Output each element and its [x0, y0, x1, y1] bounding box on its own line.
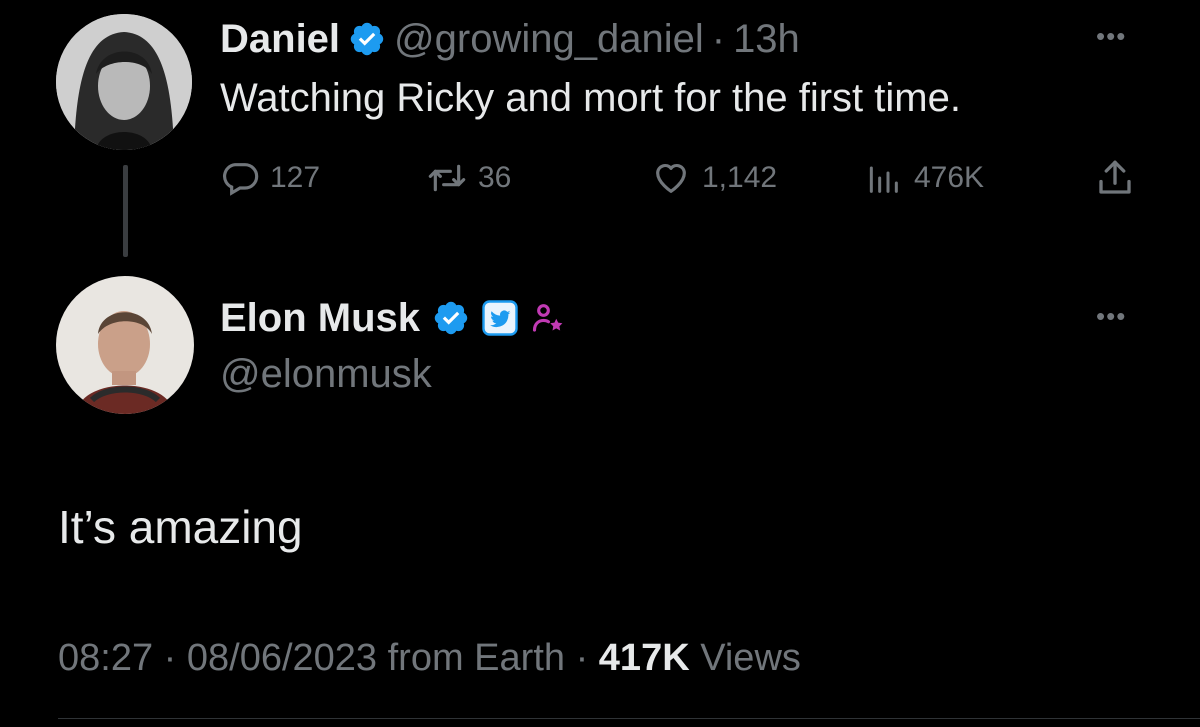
reply-button[interactable]: 127 [220, 158, 320, 198]
verified-badge-icon [432, 299, 470, 337]
reply-count: 127 [270, 161, 321, 194]
parent-tweet-text: Watching Ricky and mort for the first ti… [220, 76, 961, 120]
views-button[interactable]: 476K [862, 158, 984, 198]
share-button[interactable] [1094, 158, 1136, 198]
elon-avatar[interactable] [56, 276, 194, 414]
views-count: 476K [914, 161, 985, 194]
twitter-affiliate-icon[interactable] [482, 300, 518, 336]
reply-icon [220, 158, 260, 198]
retweet-count: 36 [478, 161, 512, 194]
like-icon [650, 158, 692, 198]
header-separator: · [711, 16, 726, 61]
daniel-avatar[interactable] [56, 14, 192, 150]
parent-timestamp[interactable]: 13h [733, 17, 800, 62]
views-icon [862, 158, 904, 198]
footer-views-label: Views [700, 637, 801, 679]
verified-badge-icon [348, 20, 386, 58]
parent-author-name[interactable]: Daniel [220, 17, 340, 62]
reply-tweet-header: Elon Musk [220, 294, 566, 342]
reply-handle[interactable]: @elonmusk [220, 352, 432, 397]
footer-source: from Earth [387, 637, 566, 679]
tweet-meta-footer: 08:27 · 08/06/2023 from Earth · 417K Vie… [58, 637, 801, 680]
footer-separator: · [163, 637, 177, 679]
reply-more-options-icon[interactable]: ••• [1096, 303, 1126, 329]
like-button[interactable]: 1,142 [650, 158, 777, 198]
footer-views-count[interactable]: 417K [599, 637, 690, 679]
share-icon [1094, 157, 1136, 199]
parent-handle[interactable]: @growing_daniel [394, 17, 704, 62]
retweet-icon [426, 158, 468, 198]
footer-time[interactable]: 08:27 [58, 637, 153, 679]
parent-more-options-icon[interactable]: ••• [1096, 23, 1126, 49]
reply-tweet-text: It’s amazing [58, 501, 303, 553]
bottom-divider [58, 718, 1200, 719]
retweet-button[interactable]: 36 [426, 158, 511, 198]
thread-connector-line [123, 165, 128, 257]
footer-separator-2: · [575, 637, 589, 679]
like-count: 1,142 [702, 161, 778, 194]
reply-author-name[interactable]: Elon Musk [220, 296, 420, 341]
footer-date[interactable]: 08/06/2023 [187, 637, 377, 679]
parent-tweet-header: Daniel @growing_daniel · 13h [220, 16, 800, 62]
person-star-icon [530, 300, 566, 336]
